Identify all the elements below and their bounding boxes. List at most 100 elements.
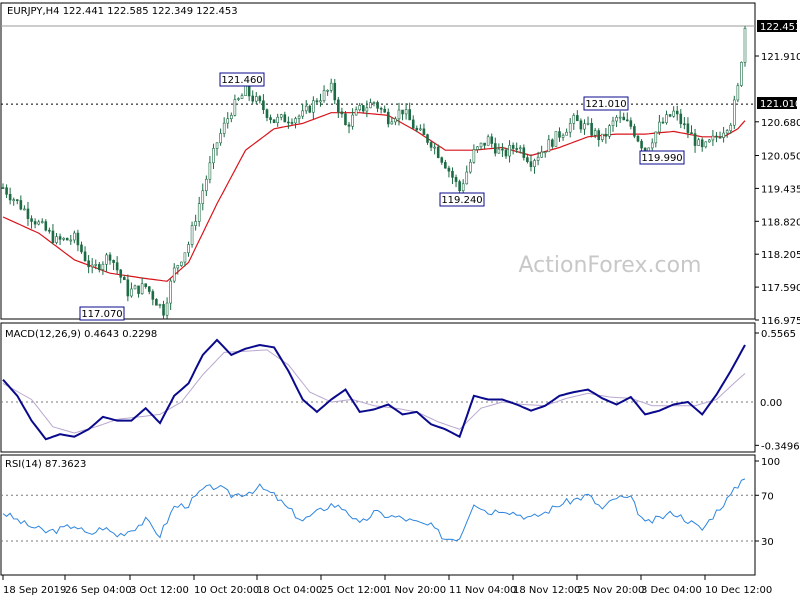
candle-body: [533, 160, 536, 167]
candle-body: [23, 208, 26, 211]
candle-body: [732, 99, 736, 126]
candle-body: [411, 119, 415, 129]
candle-body: [508, 145, 511, 157]
candle-body: [515, 148, 518, 150]
annotation-label: 117.070: [81, 309, 122, 320]
time-tick-label: 25 Nov 20:00: [577, 585, 644, 596]
candle-body: [654, 131, 658, 144]
macd-value-tag-label: 0.00: [760, 398, 782, 409]
candle-body: [440, 157, 444, 163]
candle-body: [155, 299, 158, 306]
candle-body: [244, 85, 247, 96]
time-tick-label: 10 Oct 20:00: [194, 585, 259, 596]
candle-body: [447, 167, 451, 172]
candle-body: [636, 135, 640, 142]
candle-body: [315, 100, 319, 103]
candle-body: [219, 133, 222, 144]
candle-body: [276, 116, 279, 124]
time-tick-label: 18 Sep 2019: [3, 585, 66, 596]
candle-body: [76, 232, 80, 246]
rsi-panel-border: [0, 454, 756, 576]
candle-body: [493, 143, 497, 154]
candle-body: [504, 149, 508, 157]
candle-body: [454, 177, 458, 182]
time-tick-label: 3 Oct 12:00: [130, 585, 189, 596]
candle-body: [511, 145, 515, 149]
candle-body: [354, 109, 358, 116]
candle-body: [593, 130, 597, 136]
candle-body: [522, 147, 526, 158]
price-tick-label: 116.975: [761, 316, 800, 327]
rsi-panel: RSI(14) 87.3623 100 70 30: [0, 454, 780, 576]
annotation-label: 121.010: [585, 99, 626, 110]
candle-body: [369, 102, 372, 109]
candle-body: [700, 139, 704, 148]
candle-body: [658, 121, 661, 133]
candle-body: [151, 291, 155, 300]
price-tick-label: 121.910: [761, 52, 800, 63]
time-tick-label: 18 Oct 04:00: [257, 585, 322, 596]
annotation-119990: 119.990: [639, 150, 685, 165]
candle-body: [572, 115, 576, 124]
candle-body: [351, 114, 354, 127]
rsi-line: [2, 478, 746, 542]
candle-body: [729, 124, 733, 131]
candle-body: [247, 85, 251, 97]
candle-body: [37, 221, 40, 225]
candle-body: [19, 200, 23, 210]
candle-body: [686, 123, 690, 133]
candle-body: [436, 146, 440, 158]
candle-body: [565, 131, 568, 136]
candle-body: [279, 114, 283, 118]
candle-body: [147, 286, 151, 292]
candle-body: [426, 134, 429, 143]
candle-body: [558, 131, 561, 138]
candle-body: [197, 203, 201, 222]
candle-body: [294, 118, 297, 124]
candle-body: [65, 237, 69, 241]
candle-body: [308, 105, 312, 113]
macd-tick-label: 0.5565: [761, 329, 796, 340]
candle-body: [479, 142, 483, 148]
candle-body: [458, 181, 461, 191]
candle-body: [743, 28, 747, 63]
candle-body: [625, 119, 629, 122]
candle-body: [30, 218, 33, 222]
candle-body: [297, 115, 301, 119]
candle-body: [629, 120, 633, 127]
candle-body: [258, 96, 262, 102]
candle-body: [165, 302, 169, 316]
candle-body: [290, 122, 294, 124]
candle-body: [237, 98, 240, 100]
candle-body: [172, 267, 176, 282]
candle-body: [251, 95, 255, 102]
candle-body: [708, 139, 711, 143]
candle-body: [704, 141, 708, 148]
candle-body: [5, 187, 8, 195]
candle-body: [287, 121, 290, 124]
candle-body: [55, 236, 58, 243]
candle-body: [83, 251, 87, 262]
candle-body: [415, 128, 419, 131]
annotation-label: 119.240: [441, 195, 482, 206]
candle-body: [115, 262, 119, 271]
time-tick-label: 26 Sep 04:00: [65, 585, 132, 596]
chart-root: EURJPY,H4 122.441 122.585 122.349 122.45…: [0, 0, 800, 600]
candle-body: [365, 107, 369, 112]
candle-body: [501, 148, 504, 151]
candle-body: [283, 114, 287, 123]
candle-body: [543, 151, 547, 154]
candle-body: [568, 123, 572, 133]
macd-title: MACD(12,26,9) 0.4643 0.2298: [5, 329, 157, 340]
candle-body: [144, 283, 147, 287]
candle-body: [526, 157, 529, 162]
candle-body: [262, 100, 265, 110]
candle-body: [137, 285, 140, 294]
candle-body: [547, 139, 551, 153]
candle-body: [333, 82, 337, 101]
candle-body: [461, 183, 465, 191]
last-price-tag-label: 122.453: [760, 22, 800, 33]
candle-body: [597, 130, 601, 141]
candle-body: [469, 161, 472, 173]
candle-body: [601, 133, 604, 141]
